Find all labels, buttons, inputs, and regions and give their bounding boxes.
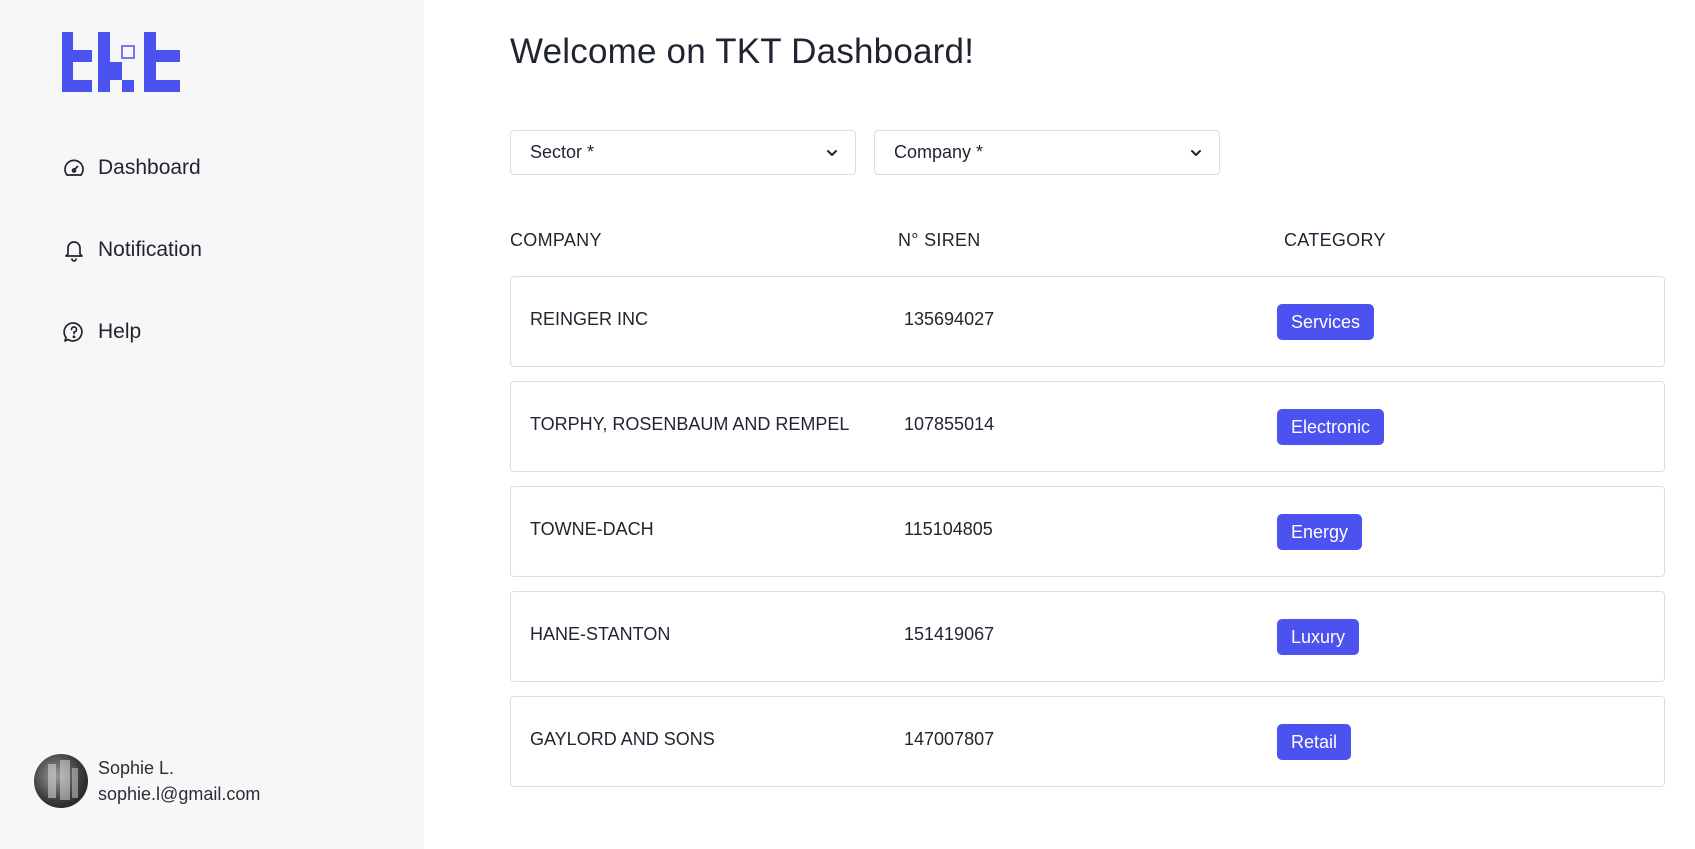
table-row[interactable]: HANE-STANTON 151419067 Luxury: [510, 591, 1665, 682]
table-row[interactable]: REINGER INC 135694027 Services: [510, 276, 1665, 367]
siren-cell: 115104805: [904, 519, 993, 539]
main-content: Welcome on TKT Dashboard! Sector * Compa…: [510, 0, 1670, 849]
user-email: sophie.l@gmail.com: [98, 784, 261, 804]
siren-cell: 135694027: [904, 309, 995, 329]
sidebar-nav: Dashboard Notification Help: [62, 150, 202, 396]
siren-cell: 151419067: [904, 624, 995, 644]
sidebar-item-label: Dashboard: [98, 156, 201, 179]
sidebar-item-notification[interactable]: Notification: [62, 232, 202, 268]
tkt-logo[interactable]: [62, 32, 182, 92]
user-name: Sophie L.: [98, 758, 175, 778]
gauge-icon: [62, 156, 86, 180]
filters-bar: Sector * Company *: [510, 130, 1220, 175]
company-select[interactable]: Company *: [874, 130, 1220, 175]
column-header-siren: N° SIREN: [898, 230, 981, 250]
table-body: REINGER INC 135694027 Services TORPHY, R…: [510, 276, 1665, 801]
user-info: Sophie L. sophie.l@gmail.com: [98, 755, 260, 807]
column-header-company: COMPANY: [510, 230, 602, 250]
siren-cell: 107855014: [904, 414, 995, 434]
category-badge[interactable]: Luxury: [1277, 619, 1360, 655]
sector-select[interactable]: Sector *: [510, 130, 856, 175]
column-header-category: CATEGORY: [1284, 230, 1386, 250]
category-badge[interactable]: Electronic: [1277, 409, 1385, 445]
sidebar-item-label: Notification: [98, 238, 202, 261]
company-cell: GAYLORD AND SONS: [530, 729, 715, 749]
company-cell: TORPHY, ROSENBAUM AND REMPEL: [530, 414, 850, 434]
siren-cell: 147007807: [904, 729, 995, 749]
sidebar-item-label: Help: [98, 320, 142, 343]
chevron-down-icon: [1191, 149, 1201, 156]
table-row[interactable]: TORPHY, ROSENBAUM AND REMPEL 107855014 E…: [510, 381, 1665, 472]
table-header: COMPANY N° SIREN CATEGORY: [510, 230, 1665, 256]
company-cell: HANE-STANTON: [530, 624, 671, 644]
company-cell: TOWNE-DACH: [530, 519, 654, 539]
category-badge[interactable]: Energy: [1277, 514, 1363, 550]
table-row[interactable]: TOWNE-DACH 115104805 Energy: [510, 486, 1665, 577]
bell-icon: [62, 238, 86, 262]
page-title: Welcome on TKT Dashboard!: [510, 32, 975, 71]
category-badge[interactable]: Retail: [1277, 724, 1352, 760]
company-cell: REINGER INC: [530, 309, 649, 329]
user-profile[interactable]: Sophie L. sophie.l@gmail.com: [34, 754, 260, 808]
app-root: Dashboard Notification Help Sophie L. so…: [0, 0, 1695, 849]
help-bubble-icon: [62, 320, 86, 344]
table-row[interactable]: GAYLORD AND SONS 147007807 Retail: [510, 696, 1665, 787]
sidebar-item-help[interactable]: Help: [62, 314, 202, 350]
chevron-down-icon: [827, 149, 837, 156]
company-select-label: Company *: [894, 142, 984, 162]
category-badge[interactable]: Services: [1277, 304, 1375, 340]
avatar: [34, 754, 88, 808]
sidebar-item-dashboard[interactable]: Dashboard: [62, 150, 202, 186]
sidebar: Dashboard Notification Help Sophie L. so…: [0, 0, 424, 849]
sector-select-label: Sector *: [530, 142, 595, 162]
